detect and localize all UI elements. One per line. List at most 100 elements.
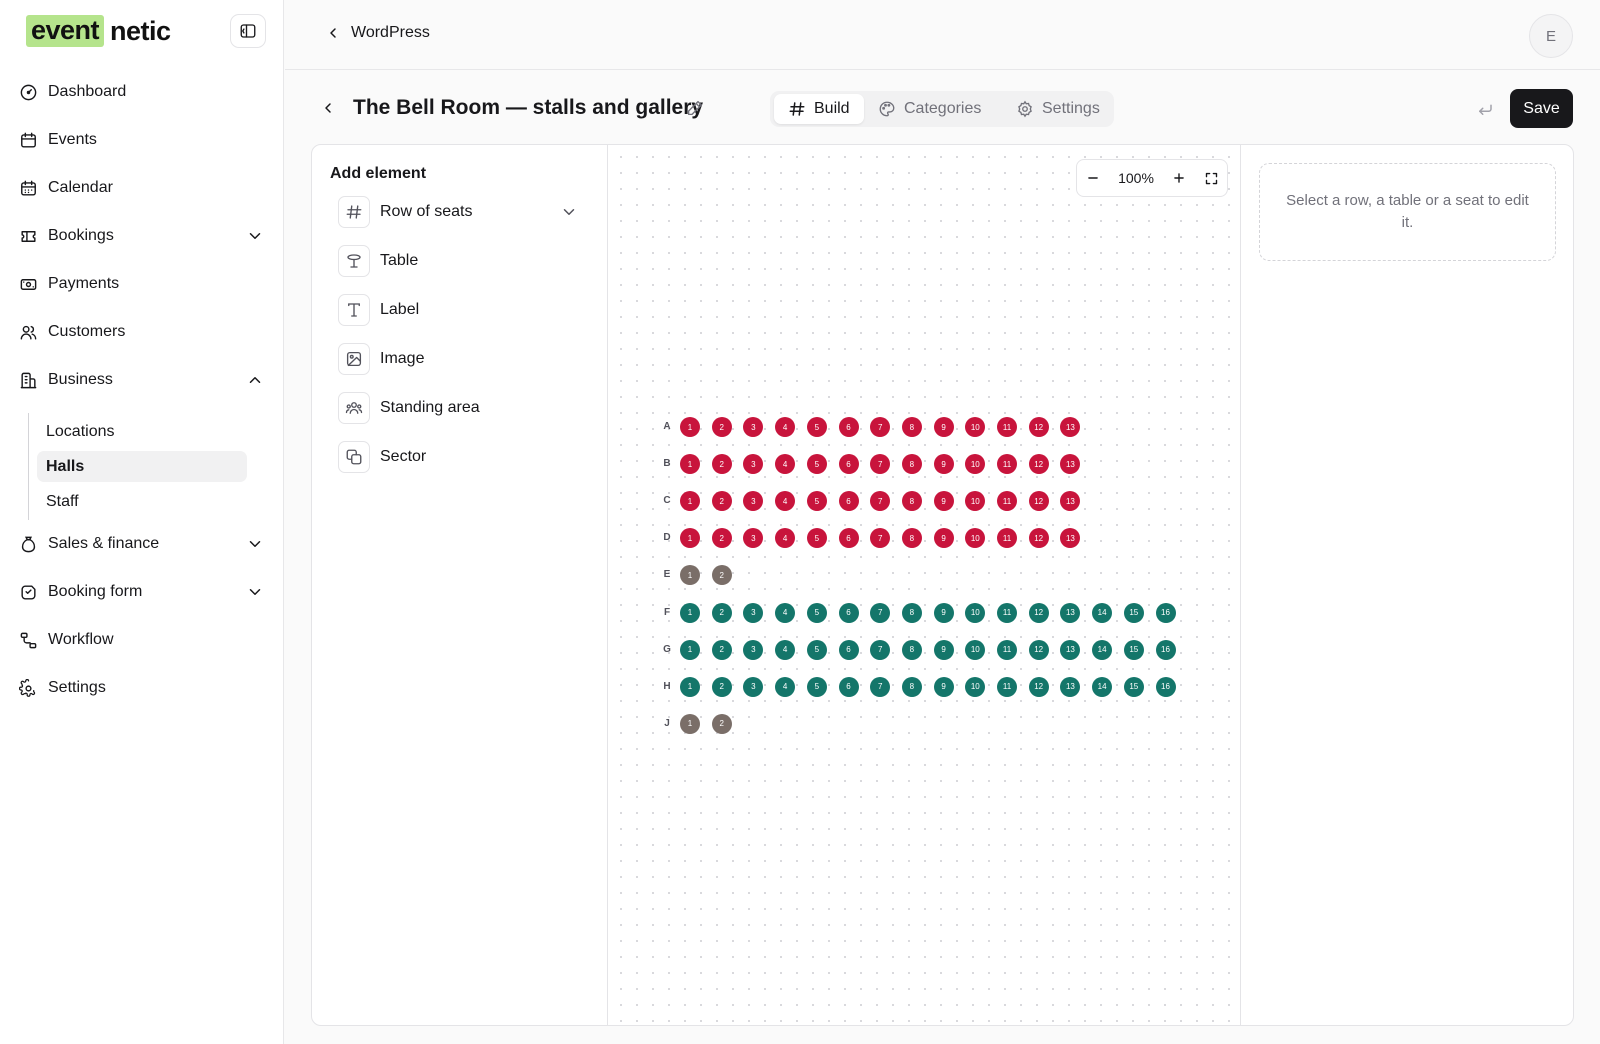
sidebar-item-events[interactable]: Events <box>10 120 274 160</box>
sidebar-item-business[interactable]: Business <box>10 360 274 400</box>
sidebar-item-workflow[interactable]: Workflow <box>10 620 274 660</box>
add-image[interactable]: Image <box>338 342 578 376</box>
seat[interactable]: 2 <box>711 713 732 734</box>
add-label[interactable]: Label <box>338 293 578 327</box>
seat[interactable]: 14 <box>1092 602 1113 623</box>
sidebar-item-sales-finance[interactable]: Sales & finance <box>10 524 274 564</box>
seat[interactable]: 16 <box>1155 676 1176 697</box>
row-label[interactable]: C <box>657 495 677 506</box>
row-label[interactable]: F <box>657 607 677 618</box>
seat[interactable]: 1 <box>680 454 700 475</box>
seat[interactable]: 14 <box>1092 639 1113 660</box>
row-label[interactable]: A <box>657 421 677 432</box>
seat[interactable]: 2 <box>711 602 732 623</box>
seat[interactable]: 7 <box>870 602 891 623</box>
seat[interactable]: 8 <box>901 676 922 697</box>
seat[interactable]: 8 <box>901 417 922 437</box>
seat[interactable]: 13 <box>1060 639 1081 660</box>
seat[interactable]: 14 <box>1092 676 1113 697</box>
app-logo[interactable]: event netic <box>26 15 171 47</box>
seat[interactable]: 7 <box>870 639 891 660</box>
sidebar-item-settings[interactable]: Settings <box>10 668 274 708</box>
seat[interactable]: 15 <box>1123 639 1144 660</box>
user-avatar[interactable]: E <box>1529 14 1573 58</box>
row-label[interactable]: H <box>657 681 677 692</box>
seat[interactable]: 9 <box>933 454 954 475</box>
seat[interactable]: 3 <box>743 639 764 660</box>
seat[interactable]: 5 <box>806 417 827 437</box>
seat[interactable]: 16 <box>1155 602 1176 623</box>
seat[interactable]: 2 <box>711 639 732 660</box>
row-label[interactable]: J <box>657 718 677 729</box>
seat[interactable]: 5 <box>806 491 827 512</box>
seat[interactable]: 16 <box>1155 639 1176 660</box>
seat[interactable]: 1 <box>680 602 700 623</box>
sidebar-item-bookings[interactable]: Bookings <box>10 216 274 256</box>
seat[interactable]: 12 <box>1028 454 1049 475</box>
row-label[interactable]: B <box>657 458 677 469</box>
seat[interactable]: 6 <box>838 417 859 437</box>
row-label[interactable]: E <box>657 569 677 580</box>
seat[interactable]: 9 <box>933 639 954 660</box>
seat[interactable]: 5 <box>806 639 827 660</box>
sidebar-subitem-staff[interactable]: Staff <box>37 486 247 517</box>
sidebar-subitem-halls[interactable]: Halls <box>37 451 247 482</box>
seat[interactable]: 12 <box>1028 602 1049 623</box>
seat[interactable]: 5 <box>806 676 827 697</box>
seat[interactable]: 8 <box>901 639 922 660</box>
seat[interactable]: 4 <box>775 676 796 697</box>
seat[interactable]: 6 <box>838 602 859 623</box>
seat[interactable]: 9 <box>933 417 954 437</box>
seat[interactable]: 7 <box>870 676 891 697</box>
zoom-out-button[interactable] <box>1077 160 1109 196</box>
seat[interactable]: 5 <box>806 454 827 475</box>
seat[interactable]: 6 <box>838 676 859 697</box>
seat[interactable]: 10 <box>965 676 986 697</box>
seat[interactable]: 12 <box>1028 676 1049 697</box>
seat[interactable]: 4 <box>775 417 796 437</box>
seat[interactable]: 1 <box>680 417 700 437</box>
seat[interactable]: 6 <box>838 454 859 475</box>
seat[interactable]: 4 <box>775 602 796 623</box>
seat[interactable]: 3 <box>743 602 764 623</box>
seat[interactable]: 10 <box>965 602 986 623</box>
back-to-wordpress-link[interactable]: WordPress <box>325 24 430 42</box>
seat[interactable]: 9 <box>933 528 954 549</box>
seat[interactable]: 9 <box>933 602 954 623</box>
collapse-sidebar-button[interactable] <box>230 14 266 48</box>
back-button[interactable] <box>316 96 340 120</box>
row-label[interactable]: G <box>657 644 677 655</box>
sidebar-item-booking-form[interactable]: Booking form <box>10 572 274 612</box>
seat[interactable]: 11 <box>997 417 1017 437</box>
sidebar-item-payments[interactable]: Payments <box>10 264 274 304</box>
tab-build[interactable]: Build <box>774 94 864 124</box>
seat[interactable]: 8 <box>901 454 922 475</box>
seat[interactable]: 2 <box>711 417 732 437</box>
seat[interactable]: 9 <box>933 491 954 512</box>
seat-map-canvas[interactable] <box>609 145 1239 1025</box>
seat[interactable]: 5 <box>806 602 827 623</box>
add-sector[interactable]: Sector <box>338 440 578 474</box>
seat[interactable]: 13 <box>1060 602 1081 623</box>
seat[interactable]: 15 <box>1123 676 1144 697</box>
add-table[interactable]: Table <box>338 244 578 278</box>
seat[interactable]: 4 <box>775 639 796 660</box>
sidebar-item-customers[interactable]: Customers <box>10 312 274 352</box>
seat[interactable]: 6 <box>838 491 859 512</box>
zoom-in-button[interactable] <box>1163 160 1195 196</box>
undo-button[interactable] <box>1474 98 1496 120</box>
tab-categories[interactable]: Categories <box>864 94 995 124</box>
seat[interactable]: 2 <box>711 676 732 697</box>
seat[interactable]: 1 <box>680 639 700 660</box>
seat[interactable]: 12 <box>1028 417 1049 437</box>
seat[interactable]: 8 <box>901 491 922 512</box>
seat[interactable]: 12 <box>1028 528 1049 549</box>
chevron-down-icon[interactable] <box>560 203 578 221</box>
seat[interactable]: 11 <box>997 639 1017 660</box>
sidebar-item-dashboard[interactable]: Dashboard <box>10 72 274 112</box>
seat[interactable]: 8 <box>901 602 922 623</box>
seat[interactable]: 11 <box>997 676 1017 697</box>
add-standing-area[interactable]: Standing area <box>338 391 578 425</box>
seat[interactable]: 15 <box>1123 602 1144 623</box>
seat[interactable]: 13 <box>1060 676 1081 697</box>
